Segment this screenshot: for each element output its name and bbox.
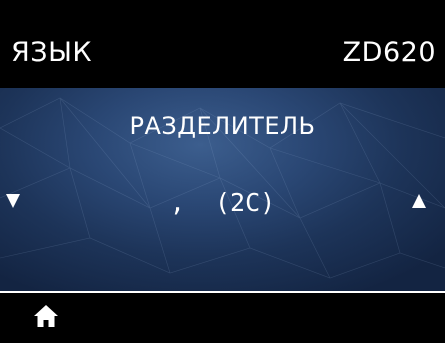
up-triangle-icon[interactable] <box>412 194 426 208</box>
printer-model: ZD620 <box>342 37 436 68</box>
value-selector: , (2C) <box>0 186 445 220</box>
setting-name: РАЗДЕЛИТЕЛЬ <box>129 112 316 140</box>
footer-bar <box>0 293 445 343</box>
setting-panel: РАЗДЕЛИТЕЛЬ , (2C) <box>0 88 445 291</box>
setting-value: , (2C) <box>169 188 276 217</box>
printer-display: ЯЗЫК ZD620 РАЗДЕЛИТЕЛЬ , (2C) <box>0 0 445 343</box>
header-bar: ЯЗЫК ZD620 <box>0 0 445 88</box>
menu-title: ЯЗЫК <box>11 37 93 68</box>
home-icon[interactable] <box>32 302 60 330</box>
